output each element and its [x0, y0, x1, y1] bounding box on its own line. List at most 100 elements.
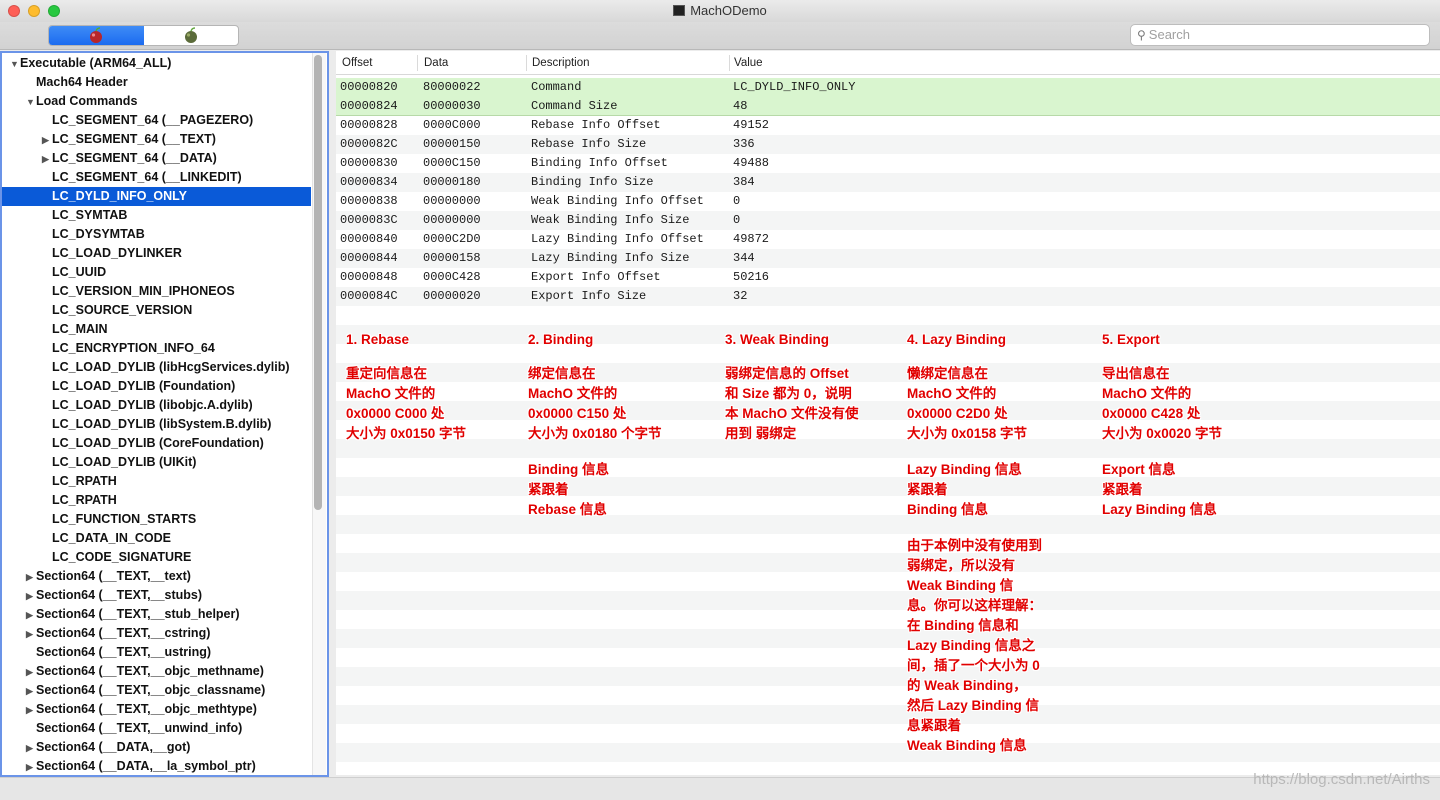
tree-item[interactable]: Section64 (__TEXT,__unwind_info) — [2, 719, 311, 738]
table-row[interactable]: 00000830 0000C150 Binding Info Offset 49488 — [336, 154, 1440, 173]
tree-item[interactable]: LC_MAIN — [2, 320, 311, 339]
table-row[interactable]: 00000828 0000C000 Rebase Info Offset 49152 — [336, 116, 1440, 135]
terminal-app-icon — [673, 5, 686, 16]
tree-item[interactable]: ▶ LC_SEGMENT_64 (__DATA) — [2, 149, 311, 168]
tree-item[interactable]: LC_DATA_IN_CODE — [2, 529, 311, 548]
disclosure-collapsed-icon[interactable]: ▶ — [26, 663, 36, 682]
table-row[interactable]: 00000840 0000C2D0 Lazy Binding Info Offset… — [336, 230, 1440, 249]
cell-value: 0 — [733, 213, 741, 227]
tree-item-label: LC_SEGMENT_64 (__LINKEDIT) — [52, 170, 242, 184]
table-row[interactable]: 00000838 00000000 Weak Binding Info Offset… — [336, 192, 1440, 211]
tree-item[interactable]: ▼Load Commands — [2, 92, 311, 111]
tree-item-label: LC_LOAD_DYLIB (Foundation) — [52, 379, 236, 393]
tree-item[interactable]: LC_UUID — [2, 263, 311, 282]
disclosure-expanded-icon[interactable]: ▼ — [26, 93, 36, 112]
view-mode-segmented-control[interactable] — [48, 25, 239, 46]
tree-item[interactable]: LC_RPATH — [2, 472, 311, 491]
tree-item[interactable]: LC_SOURCE_VERSION — [2, 301, 311, 320]
tree-item[interactable]: LC_LOAD_DYLIB (Foundation) — [2, 377, 311, 396]
outline-sidebar[interactable]: ▼Executable (ARM64_ALL) Mach64 Header ▼Loa… — [0, 51, 329, 777]
tree-item[interactable]: ▶ Section64 (__TEXT,__stub_helper) — [2, 605, 311, 624]
disclosure-expanded-icon[interactable]: ▼ — [10, 55, 20, 74]
search-icon: ⚲ — [1137, 28, 1146, 42]
annotation-line — [346, 350, 466, 364]
table-row[interactable]: 00000824 00000030 Command Size 48 — [336, 97, 1440, 116]
sidebar-scrollbar-track[interactable] — [312, 53, 326, 775]
disclosure-collapsed-icon[interactable]: ▶ — [26, 568, 36, 587]
tree-item[interactable]: ▶ LC_SEGMENT_64 (__TEXT) — [2, 130, 311, 149]
cell-value: 49152 — [733, 118, 770, 132]
tree-item[interactable]: LC_LOAD_DYLIB (libobjc.A.dylib) — [2, 396, 311, 415]
disclosure-collapsed-icon[interactable]: ▶ — [26, 625, 36, 644]
tree-item[interactable]: LC_LOAD_DYLIB (libHcgServices.dylib) — [2, 358, 311, 377]
tree-item[interactable]: LC_SEGMENT_64 (__PAGEZERO) — [2, 111, 311, 130]
disclosure-collapsed-icon[interactable]: ▶ — [26, 606, 36, 625]
tree-item[interactable]: LC_LOAD_DYLIB (CoreFoundation) — [2, 434, 311, 453]
annotation-line: 和 Size 都为 0，说明 — [725, 386, 852, 401]
annotation-line: 导出信息在 — [1102, 366, 1170, 381]
tree-item[interactable]: LC_LOAD_DYLIB (libSystem.B.dylib) — [2, 415, 311, 434]
table-row[interactable]: 0000084C 00000020 Export Info Size 32 — [336, 287, 1440, 306]
tree-item[interactable]: ▶ Section64 (__DATA,__got) — [2, 738, 311, 757]
table-row[interactable]: 0000083C 00000000 Weak Binding Info Size 0 — [336, 211, 1440, 230]
tree-item-label: Mach64 Header — [36, 75, 128, 89]
disclosure-collapsed-icon[interactable]: ▶ — [26, 739, 36, 758]
disclosure-collapsed-icon[interactable]: ▶ — [26, 701, 36, 720]
tree-item-label: LC_MAIN — [52, 322, 108, 336]
disclosure-collapsed-icon[interactable]: ▶ — [42, 150, 52, 169]
tree-item[interactable]: LC_RPATH — [2, 491, 311, 510]
tree-item[interactable]: LC_LOAD_DYLINKER — [2, 244, 311, 263]
column-header-offset[interactable]: Offset — [342, 57, 372, 69]
tree-item[interactable]: ▶ Section64 (__DATA,__la_symbol_ptr) — [2, 757, 311, 775]
annotation-line — [1102, 444, 1222, 460]
tree-item[interactable]: LC_DYLD_INFO_ONLY — [2, 187, 311, 206]
disclosure-collapsed-icon[interactable]: ▶ — [26, 758, 36, 775]
annotation-line: 绑定信息在 — [528, 366, 596, 381]
segment-raw-button[interactable] — [49, 26, 144, 45]
annotation-line: Binding 信息 — [528, 462, 609, 477]
segment-rva-button[interactable] — [144, 26, 239, 45]
tree-item[interactable]: ▶ Section64 (__TEXT,__stubs) — [2, 586, 311, 605]
tree-item[interactable]: ▶ Section64 (__TEXT,__cstring) — [2, 624, 311, 643]
tree-item[interactable]: ▼Executable (ARM64_ALL) — [2, 54, 311, 73]
tree-item[interactable]: LC_CODE_SIGNATURE — [2, 548, 311, 567]
column-header-data[interactable]: Data — [424, 57, 448, 69]
split-view-divider[interactable] — [329, 51, 336, 777]
sidebar-scrollbar-thumb[interactable] — [314, 55, 322, 510]
tree-item[interactable]: Mach64 Header — [2, 73, 311, 92]
annotation-line: Binding 信息 — [907, 502, 988, 517]
tree-item[interactable]: LC_LOAD_DYLIB (UIKit) — [2, 453, 311, 472]
window-title-text: MachODemo — [690, 3, 767, 18]
tree-item[interactable]: LC_FUNCTION_STARTS — [2, 510, 311, 529]
column-header-value[interactable]: Value — [734, 57, 763, 69]
tree-item-label: Section64 (__TEXT,__objc_methtype) — [36, 702, 257, 716]
table-row[interactable]: 00000834 00000180 Binding Info Size 384 — [336, 173, 1440, 192]
table-row[interactable]: 0000082C 00000150 Rebase Info Size 336 — [336, 135, 1440, 154]
table-row[interactable]: 00000820 80000022 Command LC_DYLD_INFO_ONLY — [336, 78, 1440, 97]
tree-item[interactable]: LC_DYSYMTAB — [2, 225, 311, 244]
tree-item[interactable]: ▶ Section64 (__TEXT,__objc_classname) — [2, 681, 311, 700]
empty-row — [336, 363, 1440, 382]
annotation-line: 紧跟着 — [528, 482, 569, 497]
tree-item[interactable]: LC_ENCRYPTION_INFO_64 — [2, 339, 311, 358]
tree-item[interactable]: LC_SYMTAB — [2, 206, 311, 225]
tree-item[interactable]: ▶ Section64 (__TEXT,__text) — [2, 567, 311, 586]
tree-item[interactable]: ▶ Section64 (__TEXT,__objc_methname) — [2, 662, 311, 681]
tree-item[interactable]: LC_VERSION_MIN_IPHONEOS — [2, 282, 311, 301]
table-row[interactable]: 00000848 0000C428 Export Info Offset 50216 — [336, 268, 1440, 287]
search-field[interactable]: ⚲ Search — [1130, 24, 1430, 46]
table-row[interactable]: 00000844 00000158 Lazy Binding Info Size 34… — [336, 249, 1440, 268]
tree-item[interactable]: LC_SEGMENT_64 (__LINKEDIT) — [2, 168, 311, 187]
cell-offset: 00000834 — [340, 175, 398, 189]
cell-description: Command Size — [531, 99, 618, 113]
tree-item[interactable]: Section64 (__TEXT,__ustring) — [2, 643, 311, 662]
annotation-line: Weak Binding 信息 — [907, 738, 1027, 753]
disclosure-collapsed-icon[interactable]: ▶ — [26, 682, 36, 701]
disclosure-collapsed-icon[interactable]: ▶ — [42, 131, 52, 150]
column-header-description[interactable]: Description — [532, 57, 590, 69]
tree-item[interactable]: ▶ Section64 (__TEXT,__objc_methtype) — [2, 700, 311, 719]
annotation-line: 紧跟着 — [1102, 482, 1143, 497]
cell-offset: 0000083C — [340, 213, 398, 227]
cell-value: 336 — [733, 137, 755, 151]
disclosure-collapsed-icon[interactable]: ▶ — [26, 587, 36, 606]
